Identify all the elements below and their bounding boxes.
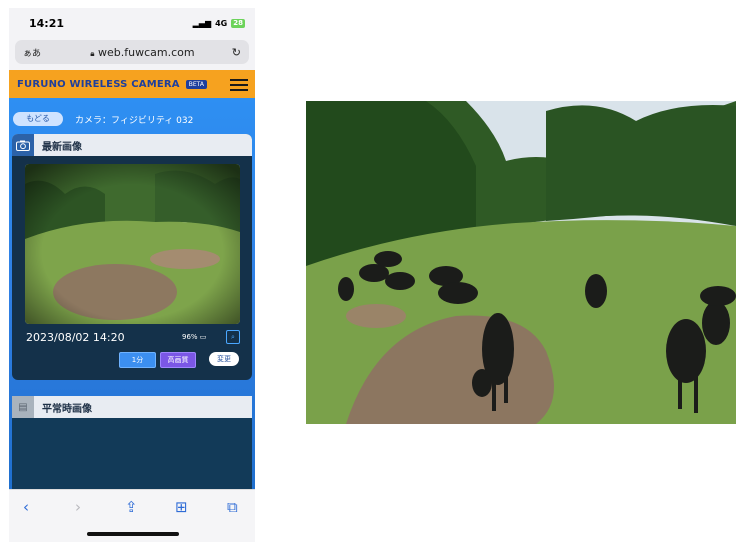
brand-logo: FURUNO WIRELESS CAMERA xyxy=(17,78,180,90)
address-bar[interactable]: ぁあ 🔒︎ web.fuwcam.com ↻ xyxy=(15,40,249,64)
main-content: もどる カメラ：フィジビリティ 032 最新画像 2023/08/02 14:2… xyxy=(9,98,255,490)
camera-name: カメラ：フィジビリティ 032 xyxy=(75,116,194,126)
latest-image-title: 最新画像 xyxy=(42,141,82,153)
signal-icon: ▂▄▆ xyxy=(192,18,212,28)
forward-icon[interactable]: › xyxy=(75,498,81,516)
browser-toolbar: ‹ › ⇪ ⊞ ⧉ xyxy=(9,489,255,542)
normal-image-title: 平常時画像 xyxy=(42,403,92,415)
interval-button[interactable]: 1分 xyxy=(119,352,156,368)
url-field[interactable]: 🔒︎ web.fuwcam.com xyxy=(53,46,232,59)
zoom-icon[interactable]: ⌕ xyxy=(226,330,240,344)
cattle-photo xyxy=(306,101,736,424)
network-label: 4G xyxy=(215,18,228,28)
beta-badge: BETA xyxy=(185,79,207,89)
text-size-button[interactable]: ぁあ xyxy=(23,46,53,59)
menu-icon[interactable] xyxy=(230,76,248,94)
battery-icon: 28 xyxy=(231,18,245,28)
share-icon[interactable]: ⇪ xyxy=(125,498,138,516)
latest-image-header: 最新画像 xyxy=(12,134,252,156)
home-indicator xyxy=(87,532,179,536)
status-bar: 14:21 ▂▄▆ 4G 28 xyxy=(9,8,255,38)
back-button[interactable]: もどる xyxy=(13,112,63,126)
camera-battery-percent: 96% xyxy=(182,333,198,341)
app-header: FURUNO WIRELESS CAMERA BETA xyxy=(9,70,255,98)
bookmarks-icon[interactable]: ⊞ xyxy=(175,498,188,516)
normal-image-header[interactable]: ▤ 平常時画像 xyxy=(12,396,252,418)
status-time: 14:21 xyxy=(29,16,65,30)
back-icon[interactable]: ‹ xyxy=(23,498,29,516)
lock-icon: 🔒︎ xyxy=(90,48,95,58)
latest-image-panel: 最新画像 2023/08/02 14:20 96% ▭ ⌕ 1分 高画質 変更 xyxy=(12,134,252,380)
quality-button[interactable]: 高画質 xyxy=(160,352,196,368)
status-indicators: ▂▄▆ 4G 28 xyxy=(192,18,245,28)
phone-screen: 14:21 ▂▄▆ 4G 28 ぁあ 🔒︎ web.fuwcam.com ↻ F… xyxy=(9,8,255,542)
capture-timestamp: 2023/08/02 14:20 xyxy=(26,331,125,344)
url-text: web.fuwcam.com xyxy=(97,45,195,59)
camera-icon xyxy=(12,134,34,156)
image-placeholder-icon: ▤ xyxy=(12,396,34,418)
latest-image-thumbnail[interactable] xyxy=(25,164,240,324)
reload-icon[interactable]: ↻ xyxy=(232,46,241,59)
tabs-icon[interactable]: ⧉ xyxy=(227,498,238,516)
battery-icon: ▭ xyxy=(199,333,207,341)
normal-image-body xyxy=(12,418,252,490)
change-button[interactable]: 変更 xyxy=(209,352,239,366)
camera-battery: 96% ▭ xyxy=(182,333,206,341)
